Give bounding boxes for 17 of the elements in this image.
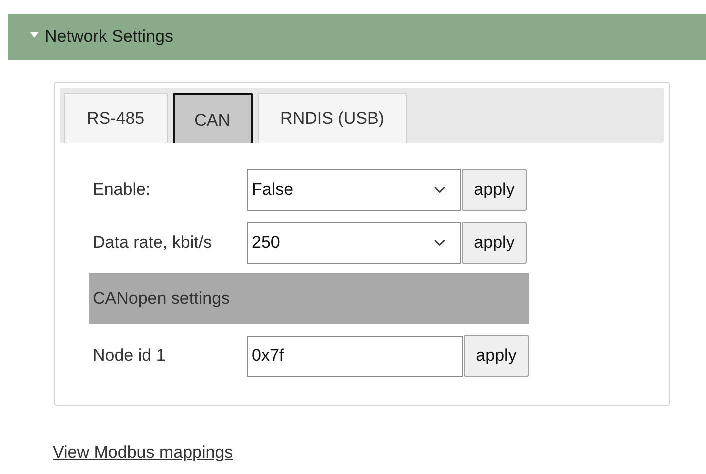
section-title: Network Settings <box>45 26 174 48</box>
tab[interactable]: RS-485 <box>64 93 168 143</box>
field-label: Data rate, kbit/s <box>93 232 214 254</box>
select-field[interactable]: False <box>247 169 461 211</box>
section-band: CANopen settings <box>89 273 529 324</box>
apply-button[interactable]: apply <box>462 169 527 211</box>
apply-button[interactable]: apply <box>462 222 527 264</box>
select-field[interactable]: 250 <box>247 222 461 264</box>
modbus-link[interactable]: View Modbus mappings <box>53 440 234 466</box>
apply-button[interactable]: apply <box>464 335 529 377</box>
caret-icon <box>30 32 39 38</box>
tab[interactable]: RNDIS (USB) <box>258 93 408 143</box>
input-field[interactable]: 0x7f <box>247 336 463 376</box>
field-label: Node id 1 <box>93 345 167 368</box>
tab[interactable]: CAN <box>172 93 253 143</box>
field-label: Enable: <box>93 179 152 202</box>
section-header[interactable]: Network Settings <box>8 14 706 60</box>
